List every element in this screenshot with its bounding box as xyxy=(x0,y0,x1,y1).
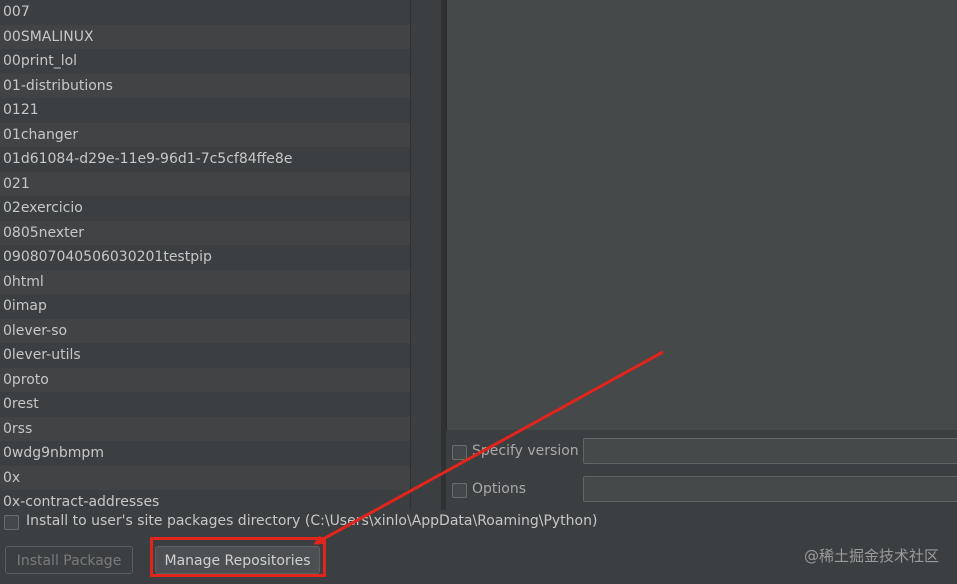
package-list-item[interactable]: 02exercicio xyxy=(0,196,410,221)
package-list-item[interactable]: 0x xyxy=(0,465,410,490)
specify-version-checkbox[interactable] xyxy=(452,445,467,460)
install-package-button[interactable]: Install Package xyxy=(5,546,133,574)
package-list-item[interactable]: 0lever-so xyxy=(0,318,410,343)
specify-version-row: Specify version xyxy=(450,438,957,468)
install-user-checkbox[interactable] xyxy=(4,515,19,530)
package-list[interactable]: 007 00SMALINUX 00print_lol 01-distributions… xyxy=(0,0,410,510)
version-select[interactable] xyxy=(583,438,957,464)
specify-version-label: Specify version xyxy=(472,443,579,459)
package-list-item[interactable]: 00SMALINUX xyxy=(0,24,410,49)
package-list-item[interactable]: 0proto xyxy=(0,367,410,392)
package-list-item[interactable]: 01d61084-d29e-11e9-96d1-7c5cf84ffe8e xyxy=(0,147,410,172)
watermark: @稀土掘金技术社区 xyxy=(803,547,939,565)
package-list-scrollbar[interactable] xyxy=(410,0,446,510)
package-list-item[interactable]: 0805nexter xyxy=(0,220,410,245)
options-checkbox[interactable] xyxy=(452,483,467,498)
package-list-item[interactable]: 0rest xyxy=(0,392,410,417)
options-row: Options xyxy=(450,476,957,506)
package-list-item[interactable]: 0imap xyxy=(0,294,410,319)
options-label: Options xyxy=(472,481,527,497)
package-list-item[interactable]: 007 xyxy=(0,0,410,25)
package-list-item[interactable]: 0x-contract-addresses xyxy=(0,490,410,510)
package-list-item[interactable]: 01changer xyxy=(0,122,410,147)
package-description-pane xyxy=(446,0,957,430)
package-list-item[interactable]: 090807040506030201testpip xyxy=(0,245,410,270)
package-list-item[interactable]: 0121 xyxy=(0,98,410,123)
package-list-item[interactable]: 021 xyxy=(0,171,410,196)
package-list-item[interactable]: 0lever-utils xyxy=(0,343,410,368)
install-user-label: Install to user's site packages director… xyxy=(26,513,598,529)
package-list-item[interactable]: 0rss xyxy=(0,416,410,441)
package-list-item[interactable]: 01-distributions xyxy=(0,73,410,98)
options-input[interactable] xyxy=(583,476,957,502)
annotation-highlight-box xyxy=(150,537,326,577)
package-list-item[interactable]: 0html xyxy=(0,269,410,294)
package-list-item[interactable]: 0wdg9nbmpm xyxy=(0,441,410,466)
package-list-item[interactable]: 00print_lol xyxy=(0,49,410,74)
